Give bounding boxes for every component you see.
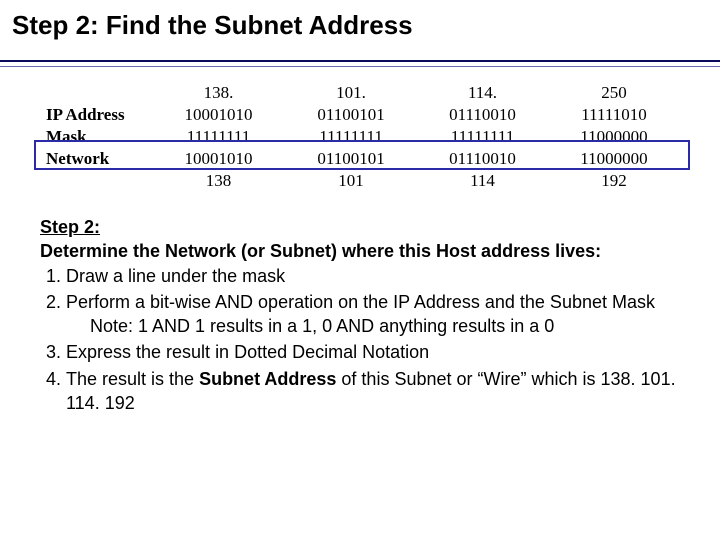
slide: Step 2: Find the Subnet Address 138. 101…: [0, 0, 720, 540]
slide-title: Step 2: Find the Subnet Address: [12, 10, 413, 41]
mask-oct4: 11000000: [548, 126, 680, 148]
hdr-oct4: 250: [548, 82, 680, 104]
network-row: Network 10001010 01100101 01110010 11000…: [40, 148, 680, 170]
ip-oct3: 01110010: [417, 104, 548, 126]
mask-oct1: 11111111: [152, 126, 285, 148]
calc-table: 138. 101. 114. 250 IP Address 10001010 0…: [40, 82, 680, 192]
instruction-list: Draw a line under the mask Perform a bit…: [40, 264, 680, 418]
ip-oct4: 11111010: [548, 104, 680, 126]
net-oct3: 01110010: [417, 148, 548, 170]
blank-cell: [40, 82, 152, 104]
dec-oct3: 114: [417, 170, 548, 192]
title-rule: [0, 60, 720, 67]
dec-oct2: 101: [285, 170, 417, 192]
decimal-row: 138 101 114 192: [40, 170, 680, 192]
instr-1: Draw a line under the mask: [66, 264, 680, 290]
hdr-oct3: 114.: [417, 82, 548, 104]
instr-4-pre: The result is the: [66, 369, 199, 389]
step-label: Step 2:: [40, 217, 100, 237]
net-oct2: 01100101: [285, 148, 417, 170]
ip-oct2: 01100101: [285, 104, 417, 126]
instr-4: The result is the Subnet Address of this…: [66, 367, 680, 418]
hdr-oct2: 101.: [285, 82, 417, 104]
net-oct4: 11000000: [548, 148, 680, 170]
calc-table-wrap: 138. 101. 114. 250 IP Address 10001010 0…: [40, 82, 680, 192]
decimal-label: [40, 170, 152, 192]
dec-oct4: 192: [548, 170, 680, 192]
ip-oct1: 10001010: [152, 104, 285, 126]
ip-row: IP Address 10001010 01100101 01110010 11…: [40, 104, 680, 126]
mask-label: Mask: [40, 126, 152, 148]
net-oct1: 10001010: [152, 148, 285, 170]
ip-label: IP Address: [40, 104, 152, 126]
subhead: Determine the Network (or Subnet) where …: [40, 241, 601, 261]
mask-row: Mask 11111111 11111111 11111111 11000000: [40, 126, 680, 148]
mask-oct2: 11111111: [285, 126, 417, 148]
subnet-address-term: Subnet Address: [199, 369, 336, 389]
header-row: 138. 101. 114. 250: [40, 82, 680, 104]
instr-2-note: Note: 1 AND 1 results in a 1, 0 AND anyt…: [90, 314, 680, 338]
instr-2: Perform a bit-wise AND operation on the …: [66, 290, 680, 341]
instr-2-text: Perform a bit-wise AND operation on the …: [66, 292, 655, 312]
mask-oct3: 11111111: [417, 126, 548, 148]
network-label: Network: [40, 148, 152, 170]
dec-oct1: 138: [152, 170, 285, 192]
hdr-oct1: 138.: [152, 82, 285, 104]
instr-3: Express the result in Dotted Decimal Not…: [66, 340, 680, 366]
body-text: Step 2: Determine the Network (or Subnet…: [40, 215, 680, 417]
